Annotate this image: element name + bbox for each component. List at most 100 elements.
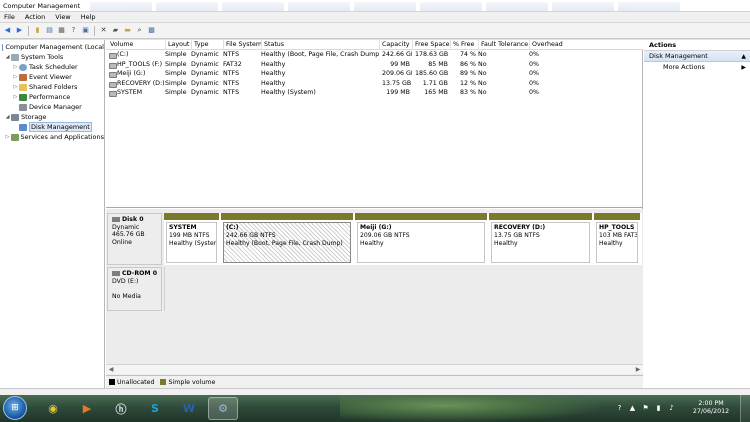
tree-item-system-tools[interactable]: ◢ System Tools: [0, 52, 104, 62]
table-row[interactable]: RECOVERY (D:) Simple Dynamic NTFS Healthy 13.…: [106, 79, 643, 89]
disk-label[interactable]: CD-ROM 0 DVD (E:) No Media: [107, 267, 162, 311]
legend: Unallocated Simple volume: [106, 375, 643, 388]
delete-icon[interactable]: ✕: [99, 26, 108, 35]
cell-ft: No: [478, 60, 487, 68]
cell-ft: No: [478, 70, 487, 77]
forward-icon[interactable]: ▶: [15, 26, 24, 35]
expand-icon[interactable]: ◢: [4, 112, 11, 122]
cell-layout: Simple: [165, 70, 187, 77]
taskbar-clock[interactable]: 2:00 PM 27/06/2012: [690, 400, 732, 416]
hard-disk-icon: [112, 216, 120, 222]
help-tray-icon[interactable]: ?: [615, 404, 624, 413]
disk-label[interactable]: Disk 0 Dynamic 465.76 GB Online: [107, 213, 162, 265]
folder-icon[interactable]: ▬: [123, 26, 132, 35]
cell-fs: FAT32: [223, 60, 242, 68]
tree-item-disk-management[interactable]: Disk Management: [0, 122, 104, 132]
expand-icon[interactable]: ▷: [12, 92, 19, 102]
actions-section-disk-management[interactable]: Disk Management ▲: [644, 51, 750, 62]
column-header-overhead[interactable]: Overhead: [529, 40, 569, 50]
scroll-left-icon[interactable]: ◀: [107, 366, 115, 374]
cell-pct: 86 %: [460, 60, 476, 68]
partition-block[interactable]: RECOVERY (D:) 13.75 GB NTFS Healthy: [489, 213, 594, 265]
menu-action[interactable]: Action: [25, 13, 45, 21]
partition-body: Meiji (G:) 209.06 GB NTFS Healthy: [357, 222, 485, 263]
taskbar-app-word[interactable]: W: [174, 397, 204, 420]
column-header-volume[interactable]: Volume: [108, 40, 165, 50]
taskbar-app-media-player[interactable]: ▶: [72, 397, 102, 420]
menu-help[interactable]: Help: [81, 13, 96, 21]
expand-icon[interactable]: ▷: [12, 82, 19, 92]
partition-block[interactable]: (C:) 242.66 GB NTFS Healthy (Boot, Page Fi…: [221, 213, 355, 265]
table-row[interactable]: HP_TOOLS (F:) Simple Dynamic FAT32 Healthy 99…: [106, 60, 643, 70]
back-icon[interactable]: ◀: [3, 26, 12, 35]
performance-icon: [19, 93, 27, 101]
submenu-arrow-icon: ▶: [741, 64, 746, 71]
partition-block[interactable]: SYSTEM 199 MB NTFS Healthy (System): [164, 213, 221, 265]
disk-icon[interactable]: ▩: [147, 26, 156, 35]
wallpaper-glimpse: [340, 395, 600, 422]
menu-file[interactable]: File: [4, 13, 15, 21]
column-header-file-system[interactable]: File System: [223, 40, 261, 50]
column-header-percent-free[interactable]: % Free: [450, 40, 478, 50]
taskbar-app-skype[interactable]: S: [140, 397, 170, 420]
tree-item-performance[interactable]: ▷ Performance: [0, 92, 104, 102]
partition-block[interactable]: HP_TOOLS (F:103 MB FAT32Healthy: [594, 213, 642, 265]
start-button[interactable]: ⊞: [3, 396, 27, 420]
cell-ft: No: [478, 51, 487, 58]
horizontal-scrollbar[interactable]: ◀ ▶: [106, 364, 643, 374]
taskbar-app-hp-app[interactable]: ⓗ: [106, 397, 136, 420]
expand-icon[interactable]: ▷: [4, 132, 11, 142]
properties-icon[interactable]: ▦: [57, 26, 66, 35]
tree-item-storage[interactable]: ◢ Storage: [0, 112, 104, 122]
tree-item-event-viewer[interactable]: ▷ Event Viewer: [0, 72, 104, 82]
expand-icon[interactable]: ▷: [12, 62, 19, 72]
tree-item-device-manager[interactable]: Device Manager: [0, 102, 104, 112]
tree-item-label: Device Manager: [29, 103, 82, 111]
tree-root[interactable]: Computer Management (Local: [0, 42, 104, 52]
table-row[interactable]: Meiji (G:) Simple Dynamic NTFS Healthy 209.06…: [106, 69, 643, 79]
tree-item-services-and-applications[interactable]: ▷ Services and Applications: [0, 132, 104, 142]
table-row[interactable]: (C:) Simple Dynamic NTFS Healthy (Boot, Page…: [106, 50, 643, 60]
show-desktop-button[interactable]: [740, 395, 750, 422]
cell-layout: Simple: [165, 51, 187, 58]
partition-block[interactable]: Meiji (G:) 209.06 GB NTFS Healthy: [355, 213, 489, 265]
table-row[interactable]: SYSTEM Simple Dynamic NTFS Healthy (System) 1…: [106, 88, 643, 98]
column-header-layout[interactable]: Layout: [165, 40, 191, 50]
column-header-free-space[interactable]: Free Space: [412, 40, 450, 50]
collapse-icon[interactable]: ▲: [741, 51, 746, 62]
column-header-fault-tolerance[interactable]: Fault Tolerance: [478, 40, 529, 50]
menu-view[interactable]: View: [55, 13, 70, 21]
partition-name: Meiji (G:): [360, 224, 392, 231]
toolbar-separator: [94, 25, 95, 36]
skype-icon: S: [151, 402, 159, 415]
show-hidden-icons-icon[interactable]: ▲: [628, 404, 637, 413]
network-icon[interactable]: ▮: [654, 404, 663, 413]
partition-type-bar: [489, 213, 592, 220]
tree-item-shared-folders[interactable]: ▷ Shared Folders: [0, 82, 104, 92]
drive-icon[interactable]: ▰: [111, 26, 120, 35]
console-icon[interactable]: ▣: [81, 26, 90, 35]
up-icon[interactable]: ▮: [33, 26, 42, 35]
cell-overhead: 0%: [529, 51, 539, 58]
column-header-capacity[interactable]: Capacity: [379, 40, 412, 50]
help-icon[interactable]: ?: [69, 26, 78, 35]
scroll-right-icon[interactable]: ▶: [634, 366, 642, 374]
column-header-type[interactable]: Type: [191, 40, 223, 50]
volume-icon[interactable]: ♪: [667, 404, 676, 413]
tree-item-task-scheduler[interactable]: ▷ Task Scheduler: [0, 62, 104, 72]
search-icon[interactable]: ⌕: [135, 26, 144, 35]
cell-overhead: 0%: [529, 60, 539, 68]
expand-icon[interactable]: ▷: [12, 72, 19, 82]
column-header-status[interactable]: Status: [261, 40, 379, 50]
main-area: Computer Management (Local ◢ System Tool…: [0, 40, 750, 388]
action-center-icon[interactable]: ⚑: [641, 404, 650, 413]
action-more-actions[interactable]: More Actions ▶: [644, 62, 750, 73]
clock-time: 2:00 PM: [698, 400, 724, 407]
toolbar: ◀ ▶ ▮ ▤ ▦ ? ▣ ✕ ▰ ▬ ⌕ ▩: [0, 23, 750, 39]
taskbar-app-chrome[interactable]: ◉: [38, 397, 68, 420]
taskbar-app-computer-management[interactable]: ⚙: [208, 397, 238, 420]
cell-pct: 12 %: [460, 79, 476, 87]
expand-icon[interactable]: ◢: [4, 52, 11, 62]
show-hide-tree-icon[interactable]: ▤: [45, 26, 54, 35]
menu-bar: File Action View Help: [0, 12, 750, 23]
